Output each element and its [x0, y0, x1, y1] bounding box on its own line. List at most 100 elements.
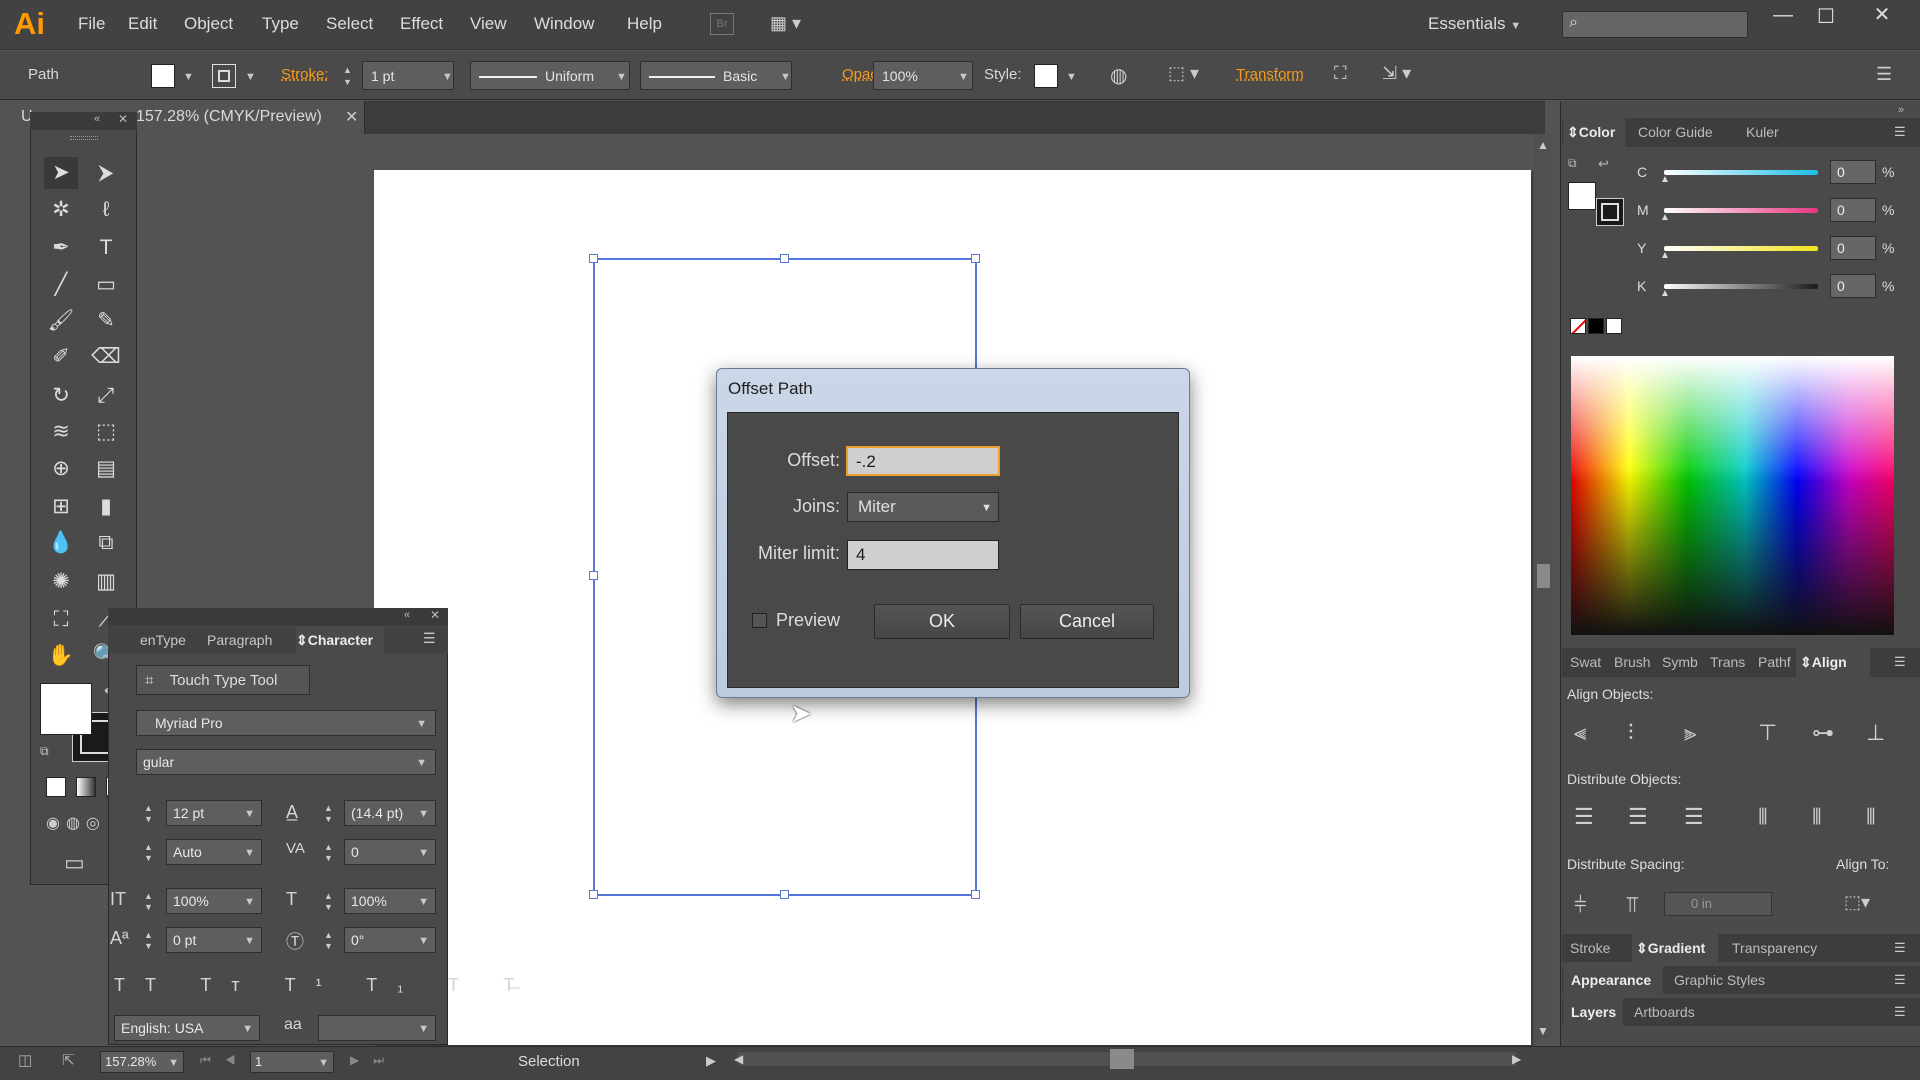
white-swatch[interactable]: [1606, 318, 1622, 334]
hand-tool-icon[interactable]: ✋: [44, 640, 78, 672]
tab-symbols[interactable]: Symb: [1662, 654, 1698, 670]
scroll-right-icon[interactable]: ▶: [1512, 1052, 1521, 1066]
menu-file[interactable]: File: [78, 14, 105, 34]
panel-menu-icon[interactable]: ☰: [1894, 972, 1906, 988]
swap-colors-icon[interactable]: ↩: [1598, 156, 1609, 172]
tab-pathfinder[interactable]: Pathf: [1758, 654, 1791, 670]
tab-kuler[interactable]: Kuler: [1746, 124, 1779, 140]
vertical-scale-field[interactable]: 100% ▼: [166, 888, 262, 914]
distribute-left-icon[interactable]: ⦀: [1758, 804, 1768, 830]
font-size-stepper[interactable]: ▲ ▼: [144, 803, 153, 825]
tab-brushes[interactable]: Brush: [1614, 654, 1651, 670]
eyedropper-tool-icon[interactable]: 💧: [44, 527, 78, 559]
vertical-scroll-thumb[interactable]: [1537, 564, 1550, 588]
distribute-right-icon[interactable]: ⦀: [1866, 804, 1876, 830]
align-horizontal-center-icon[interactable]: ⫶: [1628, 720, 1634, 746]
joins-select[interactable]: Miter ▼: [847, 492, 999, 522]
close-window-button[interactable]: ✕: [1862, 2, 1902, 30]
menu-help[interactable]: Help: [627, 14, 662, 34]
align-right-icon[interactable]: ⫸: [1684, 720, 1696, 746]
yellow-slider[interactable]: [1664, 246, 1818, 251]
variable-width-profile[interactable]: Uniform: [470, 61, 630, 90]
stroke-label[interactable]: Stroke:: [281, 66, 329, 83]
transform-label[interactable]: Transform: [1236, 66, 1304, 83]
arrange-documents-icon[interactable]: ▦ ▾: [770, 13, 810, 35]
black-value-field[interactable]: 0: [1830, 274, 1876, 298]
tab-stroke[interactable]: Stroke: [1570, 940, 1610, 956]
color-spectrum[interactable]: [1571, 356, 1894, 635]
rotation-stepper[interactable]: ▲ ▼: [324, 930, 333, 952]
tab-artboards[interactable]: Artboards: [1634, 1004, 1695, 1020]
character-panel-header[interactable]: «✕: [108, 608, 448, 626]
share-icon[interactable]: ⇱: [62, 1051, 75, 1069]
tab-transform[interactable]: Trans: [1710, 654, 1745, 670]
align-left-icon[interactable]: ⫷: [1574, 720, 1586, 746]
scroll-down-icon[interactable]: ▼: [1537, 1024, 1549, 1038]
chevron-down-icon[interactable]: ▼: [442, 71, 453, 83]
gradient-mode-icon[interactable]: [76, 777, 96, 797]
magic-wand-tool-icon[interactable]: ✲: [44, 194, 78, 226]
perspective-grid-tool-icon[interactable]: ▤: [89, 453, 123, 485]
fill-swatch[interactable]: [151, 64, 175, 88]
cancel-button[interactable]: Cancel: [1020, 604, 1154, 639]
artboard-navigation-field[interactable]: 1 ▼: [250, 1051, 334, 1073]
leading-stepper[interactable]: ▲ ▼: [324, 803, 333, 825]
preview-label[interactable]: Preview: [776, 610, 840, 631]
distribute-vertical-center-icon[interactable]: ☰: [1628, 804, 1648, 830]
resize-handle[interactable]: [589, 254, 598, 263]
line-tool-icon[interactable]: ╱: [44, 269, 78, 301]
align-to-dropdown[interactable]: ⬚▾: [1844, 892, 1870, 913]
tracking-field[interactable]: 0 ▼: [344, 839, 436, 865]
slider-thumb[interactable]: ▲: [1660, 174, 1670, 185]
rotate-tool-icon[interactable]: ↻: [44, 380, 78, 412]
free-transform-tool-icon[interactable]: ⬚: [89, 416, 123, 448]
kerning-field[interactable]: Auto ▼: [166, 839, 262, 865]
recolor-artwork-icon[interactable]: ◍: [1110, 63, 1127, 88]
distribute-top-icon[interactable]: ☰: [1574, 804, 1594, 830]
close-icon[interactable]: ✕: [345, 107, 358, 127]
horizontal-scroll-thumb[interactable]: [1110, 1049, 1134, 1069]
menu-object[interactable]: Object: [184, 14, 233, 34]
black-slider[interactable]: [1664, 284, 1818, 289]
screen-mode-icon[interactable]: ▭: [64, 850, 85, 876]
fill-color-box[interactable]: [40, 683, 92, 735]
leading-field[interactable]: (14.4 pt) ▼: [344, 800, 436, 826]
menu-window[interactable]: Window: [534, 14, 594, 34]
options-menu-icon[interactable]: ⇲ ▾: [1382, 63, 1411, 84]
font-style-field[interactable]: gular ▼: [136, 749, 436, 775]
horizontal-scale-field[interactable]: 100% ▼: [344, 888, 436, 914]
chevron-down-icon[interactable]: ▼: [245, 71, 256, 83]
resize-handle[interactable]: [589, 571, 598, 580]
scroll-left-icon[interactable]: ◀: [734, 1052, 743, 1066]
horizontal-scale-stepper[interactable]: ▲ ▼: [324, 891, 333, 913]
panel-menu-icon[interactable]: ☰: [1894, 940, 1906, 956]
tools-panel-header[interactable]: «✕: [30, 112, 137, 130]
pencil-tool-icon[interactable]: ✎: [89, 305, 123, 337]
tab-color-guide[interactable]: Color Guide: [1638, 124, 1713, 140]
language-field[interactable]: English: USA ▼: [114, 1015, 260, 1041]
stroke-color-box[interactable]: [1596, 198, 1624, 226]
gradient-tool-icon[interactable]: ▮: [89, 491, 123, 523]
yellow-value-field[interactable]: 0: [1830, 236, 1876, 260]
baseline-shift-stepper[interactable]: ▲ ▼: [144, 930, 153, 952]
tab-paragraph[interactable]: Paragraph: [207, 632, 272, 648]
artboard-next-buttons[interactable]: ▶⏭: [350, 1053, 398, 1068]
fill-color-box[interactable]: [1568, 182, 1596, 210]
type-tool-icon[interactable]: T: [89, 232, 123, 264]
help-search-input[interactable]: ⌕: [1562, 11, 1748, 38]
direct-selection-tool-icon[interactable]: ⮞: [89, 157, 123, 189]
menu-edit[interactable]: Edit: [128, 14, 157, 34]
menu-effect[interactable]: Effect: [400, 14, 443, 34]
baseline-shift-field[interactable]: 0 pt ▼: [166, 927, 262, 953]
paintbrush-tool-icon[interactable]: 🖌: [44, 305, 78, 337]
blob-brush-tool-icon[interactable]: ✐: [44, 341, 78, 373]
zoom-field[interactable]: 157.28% ▼: [100, 1051, 184, 1073]
resize-handle[interactable]: [780, 890, 789, 899]
panel-menu-icon[interactable]: ☰: [1894, 124, 1906, 140]
resize-handle[interactable]: [971, 890, 980, 899]
slider-thumb[interactable]: ▲: [1660, 212, 1670, 223]
brush-definition[interactable]: Basic: [640, 61, 792, 90]
magenta-slider[interactable]: [1664, 208, 1818, 213]
miter-limit-input[interactable]: 4: [847, 540, 999, 570]
stroke-stepper[interactable]: ▲ ▼: [343, 64, 359, 90]
